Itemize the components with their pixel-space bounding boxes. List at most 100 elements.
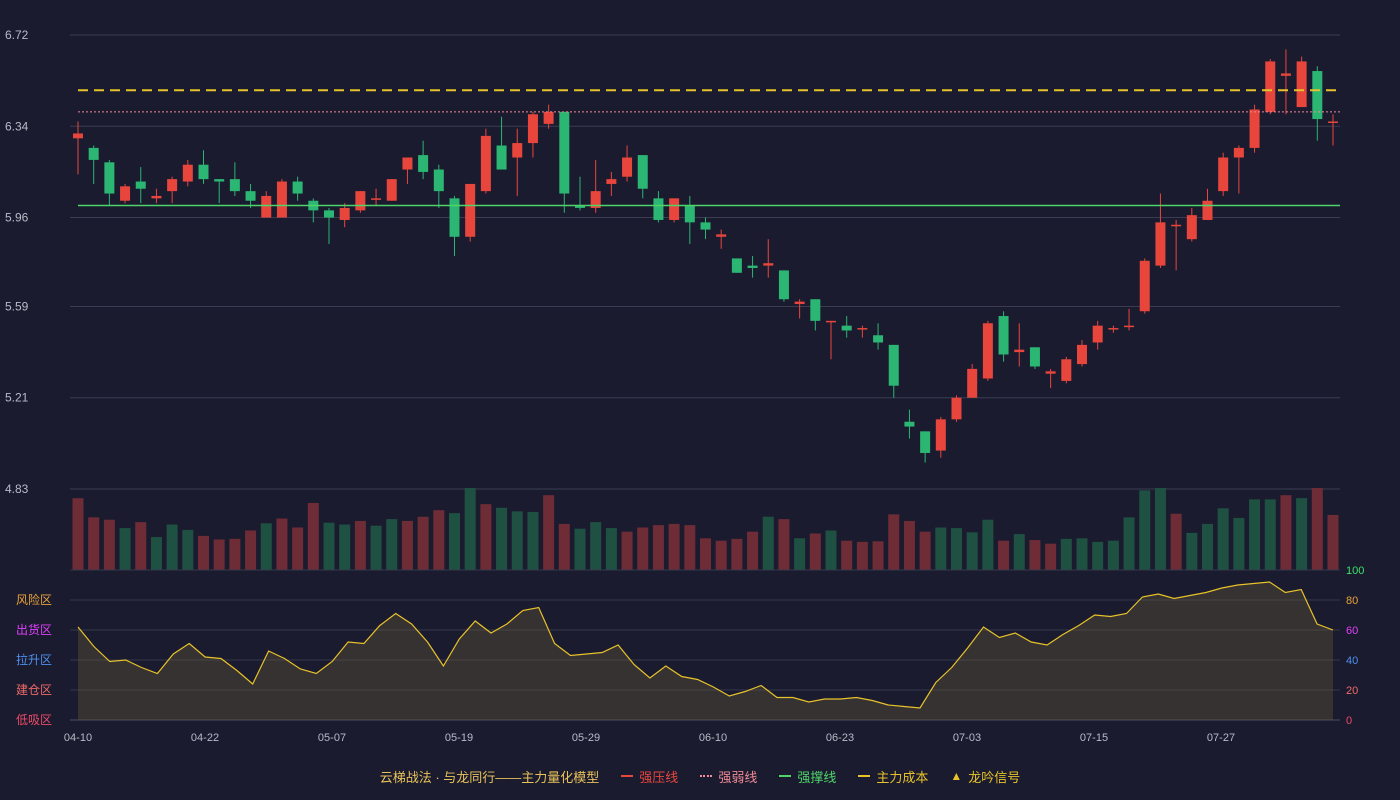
candle-body [339, 207, 350, 220]
candle-body [857, 328, 868, 330]
volume-bar [1186, 532, 1198, 570]
candle-body [418, 155, 429, 172]
volume-bar [1233, 517, 1245, 570]
candle-body [1014, 349, 1025, 353]
candle-body [1296, 61, 1307, 108]
volume-bar [260, 523, 272, 570]
volume-bar [1170, 513, 1182, 570]
candle-body [480, 135, 491, 192]
volume-bar [339, 524, 351, 570]
indicator-tick-label: 40 [1346, 655, 1358, 667]
volume-bar [1327, 514, 1339, 570]
candle-body [1328, 121, 1338, 123]
zone-label: 拉升区 [16, 652, 52, 667]
price-tick-label: 6.72 [5, 28, 29, 42]
candle-body [700, 222, 711, 230]
date-tick-label: 07-03 [953, 732, 981, 744]
candle-body [1249, 109, 1260, 148]
volume-bar [982, 519, 994, 570]
zone-label: 低吸区 [16, 713, 52, 727]
volume-bar [841, 540, 853, 570]
volume-bar [1296, 498, 1308, 570]
volume-bar [135, 522, 147, 570]
candle-body [982, 323, 993, 379]
candle-body [261, 195, 272, 218]
volume-bar [229, 538, 241, 570]
indicator-tick-label: 20 [1346, 685, 1358, 697]
volume-bar [527, 511, 539, 570]
legend-support[interactable]: 强撑线 [779, 767, 836, 786]
candle-body [88, 147, 99, 160]
volume-bar [103, 519, 115, 570]
date-tick-label: 07-15 [1080, 732, 1108, 744]
volume-bar [150, 537, 162, 570]
indicator-axis: 100 80 60 40 20 0 [1346, 565, 1364, 727]
candle-body [512, 143, 523, 158]
candle-body [810, 299, 821, 321]
date-tick-label: 06-10 [699, 732, 727, 744]
candlestick-chart: 6.72 6.34 5.96 5.59 5.21 4.83 风险区出货区拉升区建仓区低吸区… [5, 28, 1364, 744]
candle-body [669, 198, 680, 220]
volume-bar [888, 514, 900, 570]
volume-bar [88, 517, 100, 570]
candle-body [1218, 157, 1229, 192]
candle-body [355, 191, 366, 211]
legend-resistance[interactable]: 强压线 [621, 767, 678, 786]
candle-body [324, 210, 334, 218]
indicator-tick-label: 0 [1346, 715, 1352, 727]
candle-body [653, 198, 664, 220]
volume-bar [903, 520, 915, 570]
candle-body [1155, 222, 1166, 266]
volume-bar [245, 530, 257, 570]
candle-body [951, 397, 962, 420]
volume-bar [605, 528, 617, 570]
volume-bar [72, 498, 84, 570]
indicator-area [78, 582, 1333, 720]
volume-bar [1202, 523, 1213, 570]
volume-bar [809, 533, 821, 570]
price-tick-label: 6.34 [5, 119, 29, 133]
reference-lines [78, 89, 1340, 207]
candle-body [1280, 73, 1291, 76]
volume-bar [1092, 541, 1104, 570]
candle-body [449, 198, 460, 237]
volume-bar [919, 531, 931, 570]
volume-bar [1249, 499, 1261, 570]
volume-bar [668, 523, 680, 570]
volume-bar [1107, 540, 1119, 570]
legend-cost[interactable]: 主力成本 [858, 767, 928, 786]
volume-bar [652, 525, 664, 570]
volume-bar [1060, 538, 1072, 570]
volume-bar [1139, 490, 1151, 570]
legend-signal[interactable]: ▲ 龙吟信号 [950, 767, 1020, 786]
price-tick-label: 4.83 [5, 482, 29, 496]
candle-body [1233, 147, 1244, 158]
date-tick-label: 07-27 [1207, 732, 1235, 744]
candle-body [747, 265, 758, 269]
candle-body [967, 368, 978, 398]
legend-weak[interactable]: 强弱线 [700, 767, 757, 786]
candle-body [841, 325, 852, 331]
volume-bar [213, 539, 225, 570]
candle-body [1061, 359, 1072, 381]
candle-body [135, 181, 146, 189]
candle-body [1077, 344, 1087, 365]
volume-bar [276, 518, 288, 570]
price-tick-label: 5.59 [5, 299, 29, 313]
volume-bar [762, 516, 774, 570]
volume-bar [935, 527, 947, 570]
volume-bar [292, 527, 304, 570]
volume-bar [1045, 543, 1057, 570]
candle-body [1108, 328, 1119, 330]
candle-body [716, 234, 727, 237]
volume-bar [433, 510, 445, 570]
candle-body [433, 169, 444, 192]
price-tick-label: 5.21 [5, 391, 29, 405]
candle-body [684, 205, 695, 223]
volume-bar [1280, 495, 1292, 570]
volume-bar [590, 522, 602, 570]
volume-bar [1029, 540, 1041, 570]
candle-body [1312, 71, 1323, 120]
candle-body [496, 145, 507, 170]
candle-body [904, 421, 915, 427]
